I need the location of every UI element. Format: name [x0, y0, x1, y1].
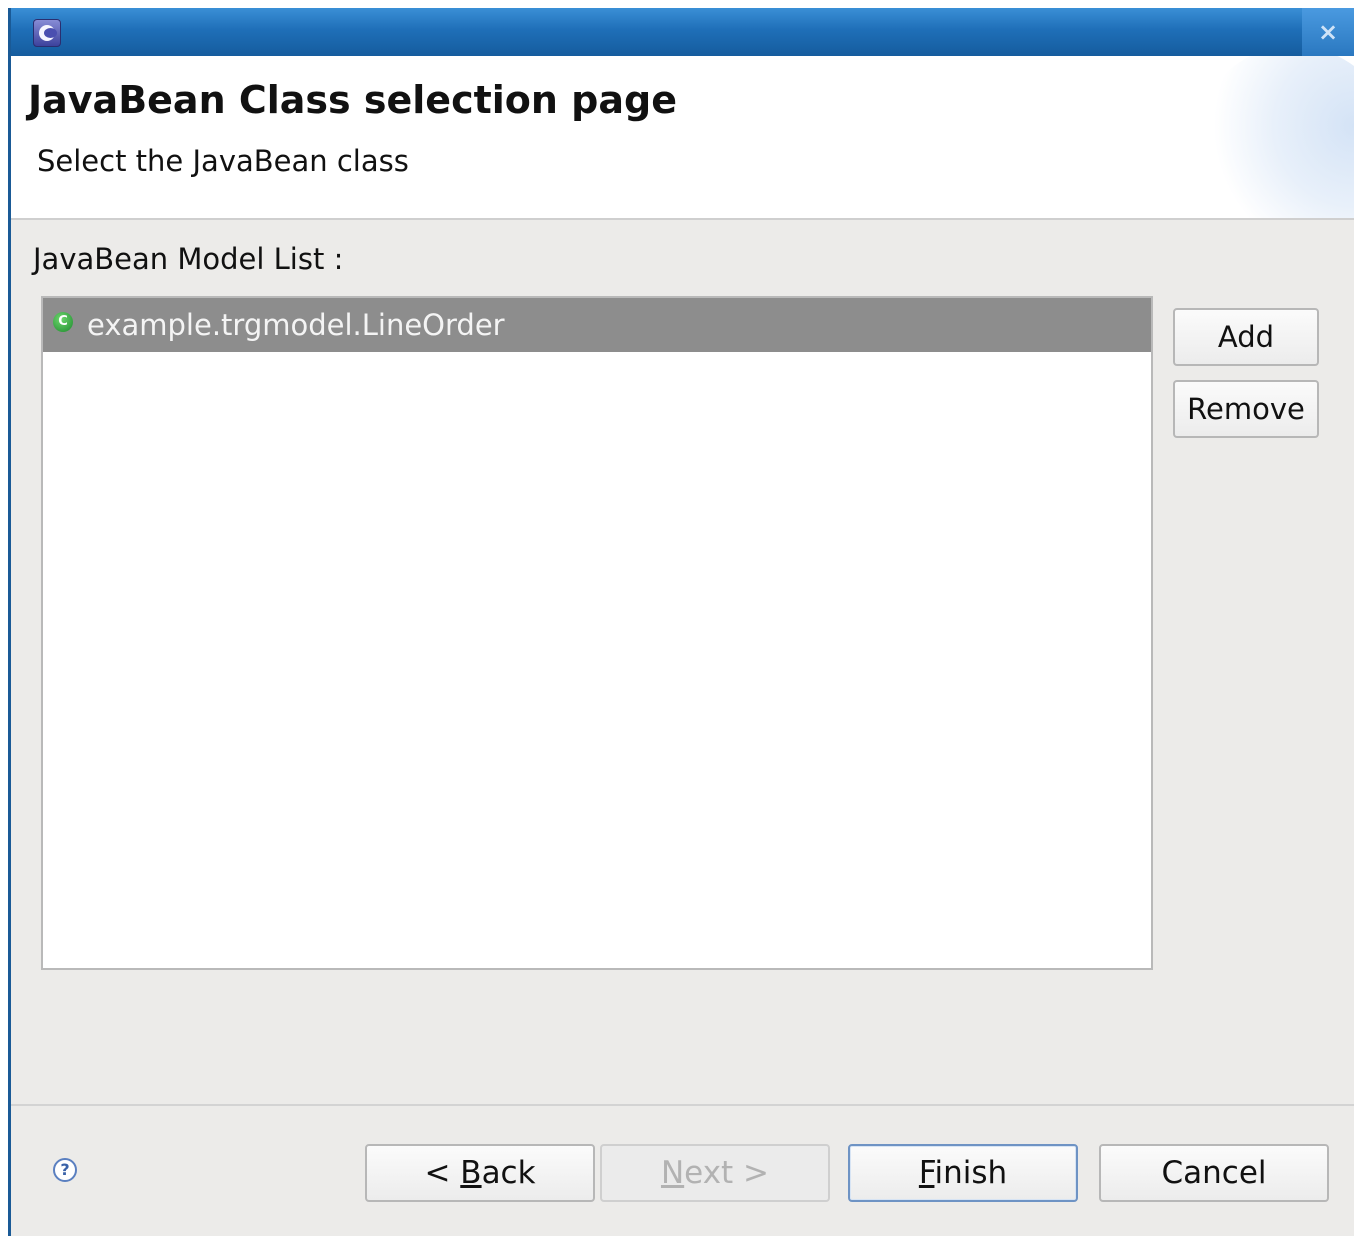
back-button[interactable]: < Back — [365, 1144, 595, 1202]
back-prefix: < — [424, 1155, 461, 1191]
next-mnemonic: N — [660, 1155, 685, 1191]
finish-button[interactable]: Finish — [848, 1144, 1078, 1202]
footer-separator — [11, 1104, 1354, 1106]
list-item-label: example.trgmodel.LineOrder — [87, 308, 505, 342]
next-button[interactable]: Next > — [600, 1144, 830, 1202]
javabean-model-list[interactable]: C example.trgmodel.LineOrder — [41, 296, 1153, 970]
remove-button[interactable]: Remove — [1173, 380, 1319, 438]
next-label-rest: ext > — [684, 1155, 770, 1191]
eclipse-icon — [33, 19, 61, 47]
title-bar[interactable]: × — [11, 8, 1354, 56]
help-icon[interactable]: ? — [53, 1158, 77, 1182]
back-mnemonic: B — [460, 1155, 482, 1191]
header-banner-graphic — [1194, 56, 1354, 218]
wizard-header: JavaBean Class selection page Select the… — [11, 56, 1354, 220]
back-label-rest: ack — [481, 1155, 536, 1191]
add-button[interactable]: Add — [1173, 308, 1319, 366]
finish-label-rest: inish — [934, 1155, 1008, 1191]
page-title: JavaBean Class selection page — [28, 78, 677, 122]
finish-mnemonic: F — [918, 1155, 935, 1191]
wizard-dialog: × JavaBean Class selection page Select t… — [8, 8, 1354, 1236]
close-button[interactable]: × — [1302, 8, 1354, 56]
cancel-button[interactable]: Cancel — [1099, 1144, 1329, 1202]
class-icon: C — [53, 312, 73, 332]
list-item[interactable]: C example.trgmodel.LineOrder — [43, 298, 1151, 352]
page-description: Select the JavaBean class — [37, 144, 409, 178]
model-list-label: JavaBean Model List : — [33, 242, 344, 276]
